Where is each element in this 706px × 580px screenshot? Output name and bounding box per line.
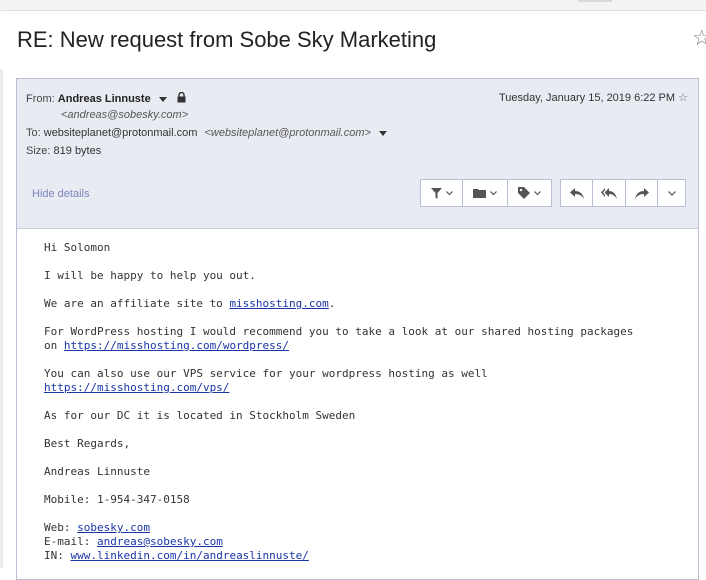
body-line-vps-2: https://misshosting.com/vps/ xyxy=(44,381,229,395)
wordpress-prefix: on xyxy=(44,339,64,352)
size-label: Size: xyxy=(26,145,51,157)
move-folder-button[interactable] xyxy=(462,179,508,207)
reply-button[interactable] xyxy=(560,179,593,207)
to-address[interactable]: websiteplanet@protonmail.com xyxy=(44,127,198,139)
reply-all-icon xyxy=(601,187,617,199)
web-label: Web: xyxy=(44,521,78,534)
affiliate-suffix: . xyxy=(328,297,336,310)
signature-email: E-mail: andreas@sobesky.com xyxy=(44,535,223,549)
message-header: From: Andreas Linnuste <andreas@sobesky.… xyxy=(17,79,698,229)
body-line-affiliate: We are an affiliate site to misshosting.… xyxy=(44,297,335,311)
body-line-wordpress-2: on https://misshosting.com/wordpress/ xyxy=(44,339,289,353)
to-row: To: websiteplanet@protonmail.com <websit… xyxy=(26,127,387,139)
left-edge xyxy=(0,10,3,568)
size-value: 819 bytes xyxy=(53,145,102,157)
email-label: E-mail: xyxy=(44,535,97,548)
signature-name: Andreas Linnuste xyxy=(44,465,150,478)
vps-link[interactable]: https://misshosting.com/vps/ xyxy=(44,381,229,394)
from-dropdown-icon[interactable] xyxy=(158,96,167,102)
misshosting-link[interactable]: misshosting.com xyxy=(229,297,328,310)
filter-button[interactable] xyxy=(420,179,463,207)
chevron-down-icon xyxy=(534,190,541,195)
signature-mobile: Mobile: 1-954-347-0158 xyxy=(44,493,190,506)
reply-toolbar xyxy=(560,179,686,207)
body-line-dc: As for our DC it is located in Stockholm… xyxy=(44,409,356,422)
message-subject: RE: New request from Sobe Sky Marketing xyxy=(17,27,437,52)
to-label: To: xyxy=(26,127,41,139)
filter-toolbar xyxy=(420,179,552,207)
from-email-row: <andreas@sobesky.com> xyxy=(61,109,188,121)
to-email: <websiteplanet@protonmail.com> xyxy=(204,127,371,139)
star-icon[interactable]: ☆ xyxy=(692,25,706,51)
email-link[interactable]: andreas@sobesky.com xyxy=(97,535,223,548)
hide-details-link[interactable]: Hide details xyxy=(32,188,89,200)
signature-web: Web: sobesky.com xyxy=(44,521,150,535)
chevron-down-icon xyxy=(490,190,497,195)
tab-stub xyxy=(578,0,612,2)
message-panel: From: Andreas Linnuste <andreas@sobesky.… xyxy=(16,78,699,580)
star-small-icon[interactable]: ☆ xyxy=(678,92,688,104)
body-line-regards: Best Regards, xyxy=(44,437,131,450)
from-label: From: xyxy=(26,92,55,105)
lock-icon xyxy=(177,91,186,106)
from-name[interactable]: Andreas Linnuste xyxy=(58,93,151,105)
from-email: <andreas@sobesky.com> xyxy=(61,109,189,121)
web-link[interactable]: sobesky.com xyxy=(77,521,150,534)
message-date: Tuesday, January 15, 2019 6:22 PM ☆ xyxy=(499,91,688,104)
linkedin-link[interactable]: www.linkedin.com/in/andreaslinnuste/ xyxy=(71,549,309,562)
reply-icon xyxy=(569,187,584,199)
label-button[interactable] xyxy=(507,179,552,207)
more-actions-button[interactable] xyxy=(657,179,686,207)
more-icon xyxy=(667,190,676,196)
filter-icon xyxy=(430,187,442,199)
body-line-wordpress-1: For WordPress hosting I would recommend … xyxy=(44,325,634,338)
greeting: Hi Solomon xyxy=(44,241,111,254)
folder-icon xyxy=(473,189,486,198)
body-line-vps-1: You can also use our VPS service for you… xyxy=(44,367,488,380)
chevron-down-icon xyxy=(445,190,453,195)
date-text: Tuesday, January 15, 2019 6:22 PM xyxy=(498,92,676,104)
to-dropdown-icon[interactable] xyxy=(379,130,387,136)
forward-button[interactable] xyxy=(625,179,658,207)
browser-top-strip xyxy=(0,0,706,11)
wordpress-link[interactable]: https://misshosting.com/wordpress/ xyxy=(64,339,289,352)
forward-icon xyxy=(634,187,649,199)
reply-all-button[interactable] xyxy=(592,179,626,207)
signature-linkedin: IN: www.linkedin.com/in/andreaslinnuste/ xyxy=(44,549,309,563)
subject-bar: RE: New request from Sobe Sky Marketing … xyxy=(0,11,706,69)
from-row: From: Andreas Linnuste xyxy=(26,91,186,106)
affiliate-prefix: We are an affiliate site to xyxy=(44,297,230,310)
size-row: Size: 819 bytes xyxy=(26,145,101,157)
tag-icon xyxy=(518,187,530,199)
in-label: IN: xyxy=(44,549,71,562)
body-line-help: I will be happy to help you out. xyxy=(44,269,256,282)
